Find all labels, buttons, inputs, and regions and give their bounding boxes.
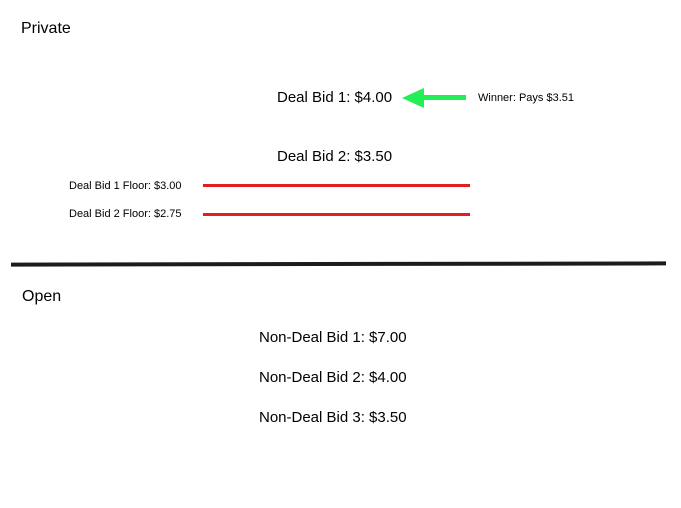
section-divider (10, 261, 667, 267)
deal-bid-1-label: Deal Bid 1: $4.00 (277, 89, 393, 106)
deal-bid-1-floor-label: Deal Bid 1 Floor: $3.00 (69, 180, 182, 192)
non-deal-bid-1-label: Non-Deal Bid 1: $7.00 (259, 329, 407, 346)
private-section-title: Private (21, 20, 71, 37)
non-deal-bid-2-label: Non-Deal Bid 2: $4.00 (259, 369, 407, 386)
open-section-title: Open (22, 288, 62, 305)
winner-note: Winner: Pays $3.51 (478, 92, 574, 104)
deal-bid-2-floor-line (203, 213, 470, 216)
deal-bid-1-floor-line (203, 184, 470, 187)
deal-bid-2-label: Deal Bid 2: $3.50 (277, 148, 393, 165)
winner-arrow-icon (402, 88, 466, 108)
non-deal-bid-3-label: Non-Deal Bid 3: $3.50 (259, 409, 407, 426)
deal-bid-2-floor-label: Deal Bid 2 Floor: $2.75 (69, 208, 182, 220)
